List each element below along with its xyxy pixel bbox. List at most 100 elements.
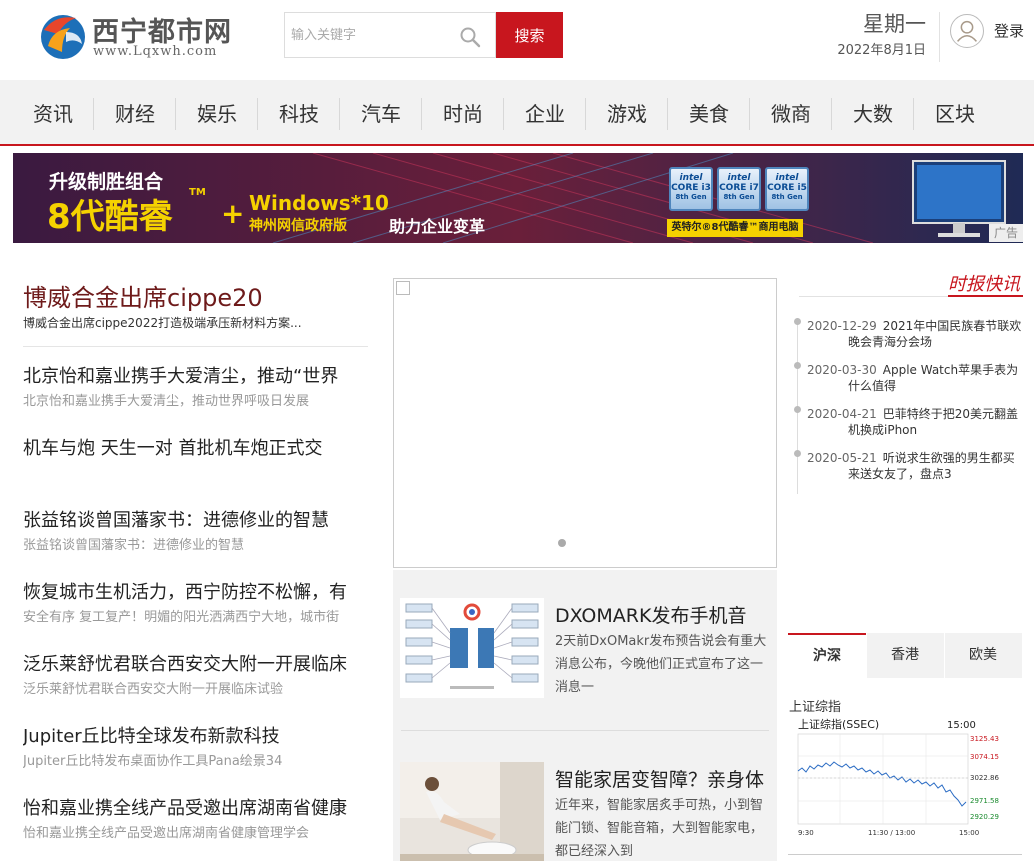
nav-item[interactable]: 资讯: [12, 98, 94, 130]
news-title[interactable]: 机车与炮 天生一对 首批机车炮正式交: [23, 434, 368, 460]
featured-desc: 2天前DxOMakr发布预告说会有重大消息公布，今晚他们正式宣布了这一消息一: [555, 634, 767, 695]
timeline-dot: [794, 318, 801, 325]
price-tick: 2920.29: [970, 813, 999, 821]
list-item[interactable]: 智能家居变智障？亲身体 近年来，智能家居炙手可热，小到智能门锁、智能音箱，大到智…: [393, 762, 777, 861]
ad-banner[interactable]: 升级制胜组合 8代酷睿 TM + Windows*10 神州网信政府版 助力企业…: [13, 153, 1023, 243]
nav-item[interactable]: 企业: [504, 98, 586, 130]
timeline-dot: [794, 362, 801, 369]
header-divider: [939, 12, 940, 62]
search-icon[interactable]: [459, 26, 481, 48]
nav-item[interactable]: 汽车: [340, 98, 422, 130]
featured-list: DXOMARK发布手机音 2天前DxOMakr发布预告说会有重大消息公布，今晚他…: [393, 570, 777, 861]
flash-item[interactable]: 2020-05-21 听说求生欲强的男生都买来送女友了，盘点3: [807, 450, 1023, 482]
ad-label: 广告: [989, 224, 1023, 242]
list-item[interactable]: 张益铭谈曾国藩家书：进德修业的智慧 张益铭谈曾国藩家书：进德修业的智慧: [23, 506, 368, 553]
nav-item[interactable]: 科技: [258, 98, 340, 130]
time-tick: 9:30: [798, 829, 814, 837]
news-title[interactable]: 恢复城市生机活力，西宁防控不松懈，有: [23, 578, 368, 604]
list-item[interactable]: 北京怡和嘉业携手大爱清尘，推动“世界 北京怡和嘉业携手大爱清尘，推动世界呼吸日发…: [23, 362, 368, 409]
chip-badge: intel CORE i5 8th Gen: [765, 167, 809, 211]
price-tick: 3022.86: [970, 774, 999, 782]
user-avatar-icon[interactable]: [950, 14, 984, 48]
price-tick: 3125.43: [970, 735, 999, 743]
list-item[interactable]: 机车与炮 天生一对 首批机车炮正式交: [23, 434, 368, 462]
news-title[interactable]: 怡和嘉业携全线产品受邀出席湖南省健康: [23, 794, 368, 820]
chip-badge: intel CORE i7 8th Gen: [717, 167, 761, 211]
flash-date: 2020-03-30: [807, 363, 877, 377]
tab-shenzhen[interactable]: 沪深: [788, 633, 866, 678]
featured-title[interactable]: DXOMARK发布手机音: [555, 601, 771, 628]
tab-western[interactable]: 欧美: [944, 633, 1022, 678]
header: 西宁都市网 www.Lqxwh.com 搜索 星期一 2022年8月1日 登录: [0, 0, 1034, 80]
flash-item[interactable]: 2020-12-29 2021年中国民族春节联欢晚会青海分会场: [807, 318, 1023, 350]
banner-windows: Windows*10: [249, 191, 389, 215]
featured-title[interactable]: 智能家居变智障？亲身体: [555, 765, 771, 792]
flash-news-title: 时报快讯: [948, 274, 1020, 295]
stock-time: 15:00: [947, 720, 976, 731]
featured-desc: 近年来，智能家居炙手可热，小到智能门锁、智能音箱，大到智能家电，都已经深入到: [555, 798, 764, 859]
time-tick: 11:30 / 13:00: [868, 829, 915, 837]
market-tabs: 沪深 香港 欧美: [788, 633, 1022, 678]
search-input[interactable]: [285, 13, 455, 57]
list-item[interactable]: 泛乐莱舒忧君联合西安交大附一开展临床 泛乐莱舒忧君联合西安交大附一开展临床试验: [23, 650, 368, 697]
image-slider[interactable]: [393, 278, 777, 568]
news-desc: 怡和嘉业携全线产品受邀出席湖南省健康管理学会: [23, 826, 310, 841]
divider: [788, 854, 1022, 855]
chip-badge: intel CORE i3 8th Gen: [669, 167, 713, 211]
search-button[interactable]: 搜索: [496, 12, 563, 58]
diagram-thumbnail-icon[interactable]: [400, 598, 544, 698]
headline-title[interactable]: 博威合金出席cippe20: [23, 278, 368, 312]
nav-item[interactable]: 大数: [832, 98, 914, 130]
nav-item[interactable]: 游戏: [586, 98, 668, 130]
date: 2022年8月1日: [837, 43, 926, 58]
nav-item[interactable]: 区块: [914, 98, 996, 130]
price-tick: 2971.58: [970, 797, 999, 805]
news-title[interactable]: 北京怡和嘉业携手大爱清尘，推动“世界: [23, 362, 368, 388]
banner-tm: TM: [189, 187, 206, 198]
timeline-dot: [794, 450, 801, 457]
timeline-dot: [794, 406, 801, 413]
headline-summary: 博威合金出席cippe2022打造极端承压新材料方案...: [23, 316, 302, 330]
divider: [23, 346, 368, 347]
flash-item[interactable]: 2020-04-21 巴菲特终于把20美元翻盖机换成iPhon: [807, 406, 1023, 438]
banner-tag: 英特尔®8代酷睿™商用电脑: [667, 219, 803, 237]
flash-date: 2020-04-21: [807, 407, 877, 421]
nav-item[interactable]: 时尚: [422, 98, 504, 130]
main-nav: 资讯 财经 娱乐 科技 汽车 时尚 企业 游戏 美食 微商 大数 区块: [0, 80, 1034, 146]
news-desc: Jupiter丘比特发布桌面协作工具Pana绘景34: [23, 754, 283, 769]
divider: [401, 730, 769, 731]
news-title[interactable]: Jupiter丘比特全球发布新款科技: [23, 722, 368, 748]
index-label: 上证综指: [789, 700, 842, 715]
news-desc: 北京怡和嘉业携手大爱清尘，推动世界呼吸日发展: [23, 394, 310, 409]
flash-date: 2020-12-29: [807, 319, 877, 333]
site-logo[interactable]: 西宁都市网 www.Lqxwh.com: [36, 6, 236, 62]
slider-dot[interactable]: [558, 539, 566, 547]
logo-url: www.Lqxwh.com: [93, 44, 218, 59]
stock-chart[interactable]: 上证综指(SSEC) 15:00 3125.43 3074.15 3022.86…: [796, 716, 1022, 840]
news-desc: 安全有序 复工复产！明媚的阳光洒满西宁大地，城市街: [23, 610, 340, 625]
nav-item[interactable]: 美食: [668, 98, 750, 130]
logo-mark-icon: [41, 15, 85, 59]
tab-hongkong[interactable]: 香港: [866, 633, 944, 678]
news-title[interactable]: 泛乐莱舒忧君联合西安交大附一开展临床: [23, 650, 368, 676]
news-desc: 泛乐莱舒忧君联合西安交大附一开展临床试验: [23, 682, 284, 697]
login-link[interactable]: 登录: [994, 20, 1024, 41]
news-title[interactable]: 张益铭谈曾国藩家书：进德修业的智慧: [23, 506, 368, 532]
list-item[interactable]: 怡和嘉业携全线产品受邀出席湖南省健康 怡和嘉业携全线产品受邀出席湖南省健康管理学…: [23, 794, 368, 841]
flash-item[interactable]: 2020-03-30 Apple Watch苹果手表为什么值得: [807, 362, 1023, 394]
date-block: 星期一 2022年8月1日: [820, 8, 926, 58]
nav-item[interactable]: 娱乐: [176, 98, 258, 130]
photo-thumbnail-icon[interactable]: [400, 762, 544, 861]
search-bar: 搜索: [284, 12, 564, 58]
nav-item[interactable]: 财经: [94, 98, 176, 130]
banner-gov: 神州网信政府版: [249, 218, 347, 234]
title-underline: [948, 295, 1023, 297]
list-item[interactable]: DXOMARK发布手机音 2天前DxOMakr发布预告说会有重大消息公布，今晚他…: [393, 598, 777, 738]
weekday: 星期一: [863, 12, 926, 36]
nav-item[interactable]: 微商: [750, 98, 832, 130]
banner-help: 助力企业变革: [389, 217, 486, 236]
list-item[interactable]: Jupiter丘比特全球发布新款科技 Jupiter丘比特发布桌面协作工具Pan…: [23, 722, 368, 769]
price-tick: 3074.15: [970, 753, 999, 761]
list-item[interactable]: 恢复城市生机活力，西宁防控不松懈，有 安全有序 复工复产！明媚的阳光洒满西宁大地…: [23, 578, 368, 625]
news-desc: 张益铭谈曾国藩家书：进德修业的智慧: [23, 538, 245, 553]
